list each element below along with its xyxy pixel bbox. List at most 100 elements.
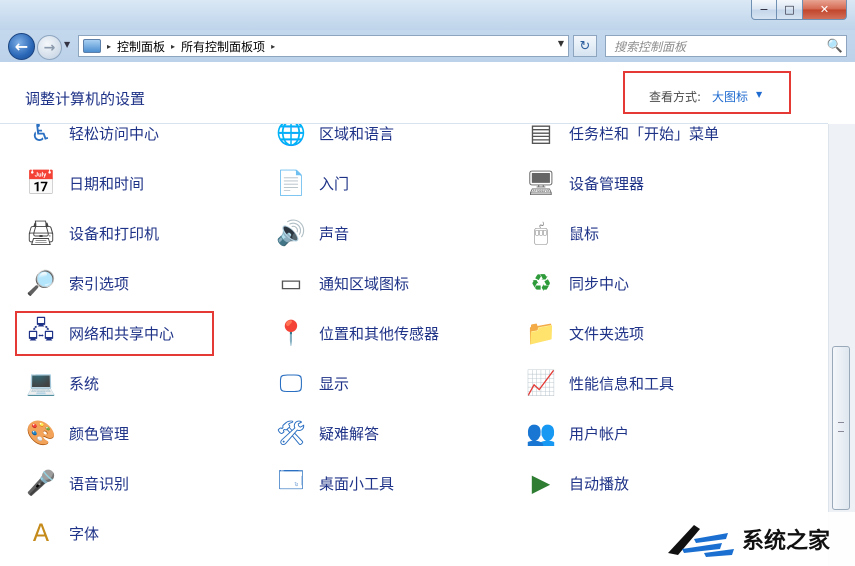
control-panel-item-label[interactable]: 用户帐户 [569,423,629,444]
control-panel-item[interactable]: A 字体 [25,517,99,549]
user-accounts-icon: 👥 [526,419,556,447]
navigation-bar: ← → ▼ ▸ 控制面板 ▸ 所有控制面板项 ▸ ▼ ↻ 搜索控制面板 🔍 [0,30,855,62]
search-input[interactable]: 搜索控制面板 [614,38,824,55]
control-panel-item-label[interactable]: 入门 [319,173,349,194]
breadcrumb-separator[interactable]: ▸ [171,42,175,51]
location-sensor-icon: 📍 [276,319,306,347]
network-icon: 🖧 [27,315,55,344]
control-panel-item-label[interactable]: 设备管理器 [569,173,644,194]
forward-button[interactable]: → [37,35,62,60]
fonts-icon: A [32,519,50,547]
control-panel-item[interactable]: 📅 日期和时间 [25,167,144,199]
close-button[interactable]: ✕ [803,0,847,20]
speech-recognition-icon: 🎤 [26,469,56,497]
maximize-button[interactable]: □ [777,0,803,20]
control-panel-item[interactable]: 🗔 桌面小工具 [275,465,394,499]
control-panel-item[interactable]: ♻ 同步中心 [525,267,629,299]
notification-area-icon: ▭ [279,269,303,297]
date-time-icon: 📅 [26,169,56,197]
control-panel-item[interactable]: 🛠 疑难解答 [275,417,379,449]
breadcrumb-separator[interactable]: ▸ [107,42,111,51]
view-mode-dropdown[interactable]: 大图标 [712,88,748,105]
indexing-icon: 🔎 [26,269,56,297]
search-box[interactable]: 搜索控制面板 🔍 [605,35,847,57]
color-management-icon: 🎨 [26,419,56,447]
control-panel-item[interactable]: 🖥 设备管理器 [525,167,644,199]
chevron-down-icon[interactable]: ▼ [756,90,762,99]
control-panel-item-label[interactable]: 颜色管理 [69,423,129,444]
control-panel-item-label[interactable]: 语音识别 [69,473,129,494]
control-panel-item-label[interactable]: 区域和语言 [319,124,394,144]
control-panel-item-label[interactable]: 索引选项 [69,273,129,294]
address-dropdown-button[interactable]: ▼ [558,39,564,48]
control-panel-item-label[interactable]: 疑难解答 [319,423,379,444]
control-panel-item[interactable]: 📈 性能信息和工具 [525,367,674,399]
watermark: 系统之家 [660,512,855,566]
control-panel-icon [83,39,101,53]
control-panel-item[interactable]: ▤ 任务栏和「开始」菜单 [525,124,719,149]
control-panel-item[interactable]: ▭ 通知区域图标 [275,267,409,299]
minimize-button[interactable]: − [751,0,777,20]
search-icon[interactable]: 🔍 [824,39,846,54]
gadgets-icon: 🗔 [277,465,305,494]
breadcrumb-all-items[interactable]: 所有控制面板项 [181,38,265,55]
control-panel-item[interactable]: 🌐 区域和语言 [275,124,394,149]
control-panel-item-label[interactable]: 鼠标 [569,223,599,244]
troubleshooting-icon: 🛠 [275,419,307,447]
control-panel-item[interactable]: 🖨 设备和打印机 [25,217,159,249]
scrollbar-grip [838,422,844,432]
control-panel-item-label[interactable]: 文件夹选项 [569,323,644,344]
control-panel-item[interactable]: 🖱 鼠标 [525,217,599,249]
title-bar: − □ ✕ [0,0,855,30]
control-panel-item[interactable]: 🔎 索引选项 [25,267,129,299]
control-panel-item-label[interactable]: 任务栏和「开始」菜单 [569,124,719,144]
control-panel-item-label[interactable]: 字体 [69,523,99,544]
autoplay-icon: ▶ [531,469,551,497]
control-panel-item-label[interactable]: 声音 [319,223,349,244]
view-mode-highlight: 查看方式: 大图标 ▼ [623,71,791,114]
scrollbar-thumb[interactable] [832,346,850,510]
breadcrumb-control-panel[interactable]: 控制面板 [117,38,165,55]
back-button[interactable]: ← [8,33,35,60]
control-panel-item-label[interactable]: 设备和打印机 [69,223,159,244]
control-panel-item[interactable]: 🖵 显示 [275,367,349,399]
control-panel-item[interactable]: ▶ 自动播放 [525,467,629,499]
control-panel-item[interactable]: 🎤 语音识别 [25,467,129,499]
control-panel-item[interactable]: 📍 位置和其他传感器 [275,317,439,349]
printer-icon: 🖨 [25,219,57,247]
control-panel-item-label[interactable]: 网络和共享中心 [69,323,174,344]
control-panel-item-label[interactable]: 通知区域图标 [319,273,409,294]
control-panel-item-label[interactable]: 位置和其他传感器 [319,323,439,344]
control-panel-item-label[interactable]: 桌面小工具 [319,473,394,494]
vertical-scrollbar[interactable] [828,124,855,566]
address-bar[interactable]: ▸ 控制面板 ▸ 所有控制面板项 ▸ ▼ [78,35,569,57]
display-icon: 🖵 [279,369,303,397]
page-title: 调整计算机的设置 [25,90,146,108]
breadcrumb-separator[interactable]: ▸ [271,42,275,51]
control-panel-item-label[interactable]: 日期和时间 [69,173,144,194]
control-panel-item[interactable]: 🔊 声音 [275,217,349,249]
control-panel-item-label[interactable]: 轻松访问中心 [69,124,159,144]
control-panel-item[interactable]: 🖧 网络和共享中心 [25,315,174,349]
control-panel-item-label[interactable]: 自动播放 [569,473,629,494]
folder-options-icon: 📁 [526,319,556,347]
ease-of-access-icon: ♿ [30,124,52,147]
window-controls: − □ ✕ [751,0,847,20]
control-panel-item-label[interactable]: 同步中心 [569,273,629,294]
refresh-button[interactable]: ↻ [573,35,597,57]
control-panel-item[interactable]: 📁 文件夹选项 [525,317,644,349]
control-panel-item-label[interactable]: 性能信息和工具 [569,373,674,394]
control-panel-item[interactable]: 👥 用户帐户 [525,417,629,449]
control-panel-item[interactable]: ♿ 轻松访问中心 [25,124,159,149]
view-mode-label: 查看方式: [649,90,702,104]
recent-pages-dropdown[interactable]: ▼ [64,40,70,49]
mouse-icon: 🖱 [533,219,549,247]
getting-started-icon: 📄 [276,169,306,197]
watermark-text: 系统之家 [742,529,831,554]
control-panel-item[interactable]: 🎨 颜色管理 [25,417,129,449]
control-panel-item-label[interactable]: 显示 [319,373,349,394]
control-panel-item[interactable]: 💻 系统 [25,367,99,399]
sound-icon: 🔊 [276,219,306,247]
control-panel-item[interactable]: 📄 入门 [275,167,349,199]
control-panel-item-label[interactable]: 系统 [69,373,99,394]
